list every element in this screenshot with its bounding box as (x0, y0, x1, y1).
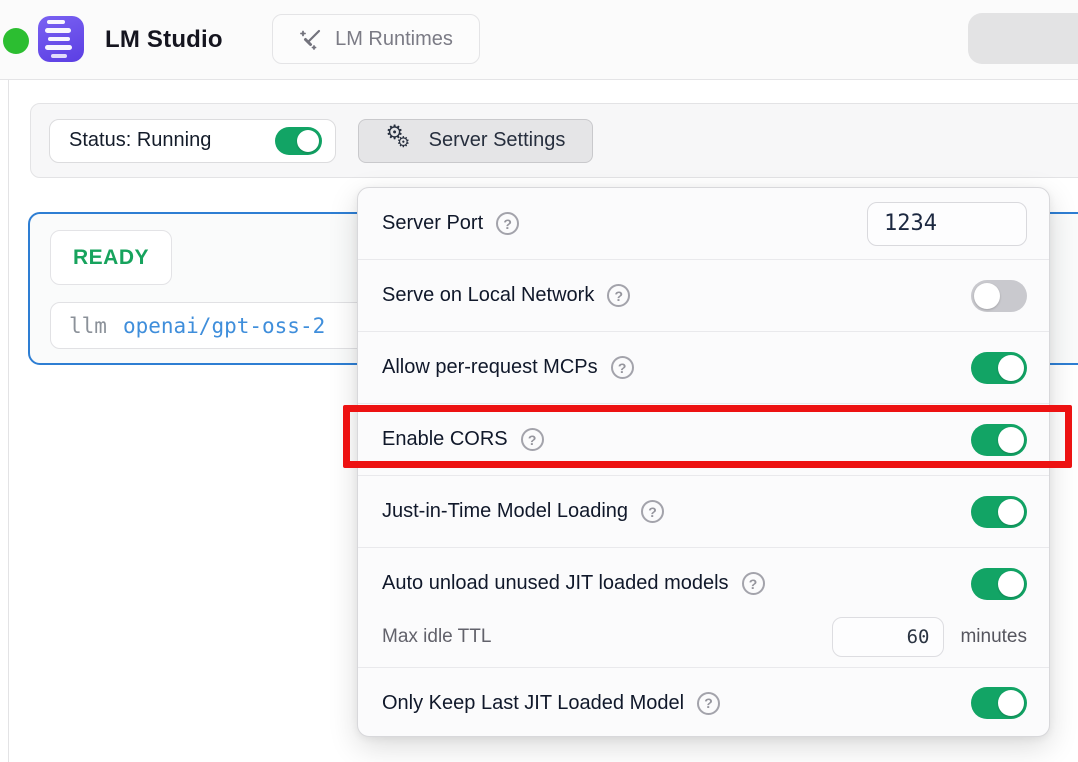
settings-row-per-request-mcps: Allow per-request MCPs ? (358, 331, 1049, 403)
jit-loading-label: Just-in-Time Model Loading (382, 500, 628, 523)
help-icon[interactable]: ? (496, 212, 519, 235)
settings-row-auto-unload: Auto unload unused JIT loaded models ? M… (358, 547, 1049, 667)
keep-last-jit-label: Only Keep Last JIT Loaded Model (382, 692, 684, 715)
help-icon[interactable]: ? (607, 284, 630, 307)
auto-unload-label: Auto unload unused JIT loaded models (382, 572, 729, 595)
toggle-knob (998, 571, 1024, 597)
app-header: LM Studio LM Runtimes (0, 0, 1078, 80)
settings-row-local-network: Serve on Local Network ? (358, 259, 1049, 331)
per-request-mcps-label: Allow per-request MCPs (382, 356, 598, 379)
help-icon[interactable]: ? (697, 692, 720, 715)
magic-wand-icon (299, 27, 323, 51)
server-status-control: Status: Running (49, 119, 336, 163)
settings-row-server-port: Server Port ? 1234 (358, 188, 1049, 259)
server-status-label: Status: Running (69, 129, 211, 152)
keep-last-jit-toggle[interactable] (971, 687, 1027, 719)
content-left-divider (8, 80, 9, 762)
app-title: LM Studio (105, 0, 223, 79)
toggle-knob (297, 130, 319, 152)
settings-row-enable-cors: Enable CORS ? (358, 403, 1049, 475)
toggle-knob (998, 690, 1024, 716)
server-settings-panel: Server Port ? 1234 Serve on Local Networ… (357, 187, 1050, 737)
jit-loading-toggle[interactable] (971, 496, 1027, 528)
help-icon[interactable]: ? (521, 428, 544, 451)
enable-cors-toggle[interactable] (971, 424, 1027, 456)
toggle-knob (998, 499, 1024, 525)
header-toolbar-placeholder[interactable] (968, 13, 1078, 64)
settings-row-jit-loading: Just-in-Time Model Loading ? (358, 475, 1049, 547)
local-network-toggle[interactable] (971, 280, 1027, 312)
gears-icon: ⚙⚙ (386, 126, 416, 156)
max-idle-ttl-input[interactable]: 60 (832, 617, 944, 657)
toggle-knob (998, 427, 1024, 453)
max-idle-ttl-unit: minutes (960, 626, 1027, 648)
enable-cors-label: Enable CORS (382, 428, 508, 451)
toggle-knob (998, 355, 1024, 381)
server-port-input[interactable]: 1234 (867, 202, 1027, 246)
model-type-label: llm (69, 314, 107, 338)
server-port-label: Server Port (382, 212, 483, 235)
server-toolbar: Status: Running ⚙⚙ Server Settings (30, 103, 1078, 178)
local-network-label: Serve on Local Network (382, 284, 594, 307)
server-settings-button[interactable]: ⚙⚙ Server Settings (358, 119, 593, 163)
max-idle-ttl-row: Max idle TTL 60 minutes (358, 619, 1049, 667)
max-idle-ttl-label: Max idle TTL (382, 626, 491, 648)
help-icon[interactable]: ? (611, 356, 634, 379)
lm-studio-window: LM Studio LM Runtimes Status: Running (0, 0, 1078, 762)
settings-row-keep-last-jit: Only Keep Last JIT Loaded Model ? (358, 667, 1049, 737)
server-settings-label: Server Settings (429, 129, 566, 152)
server-status-toggle[interactable] (275, 127, 322, 155)
help-icon[interactable]: ? (641, 500, 664, 523)
lm-runtimes-label: LM Runtimes (335, 28, 453, 51)
lm-runtimes-button[interactable]: LM Runtimes (272, 14, 480, 64)
lm-studio-logo-icon (38, 16, 84, 62)
toggle-knob (974, 283, 1000, 309)
auto-unload-toggle[interactable] (971, 568, 1027, 600)
ready-status-badge: READY (50, 230, 172, 285)
per-request-mcps-toggle[interactable] (971, 352, 1027, 384)
server-running-dot (3, 28, 29, 54)
model-name-label: openai/gpt-oss-2 (123, 314, 325, 338)
help-icon[interactable]: ? (742, 572, 765, 595)
